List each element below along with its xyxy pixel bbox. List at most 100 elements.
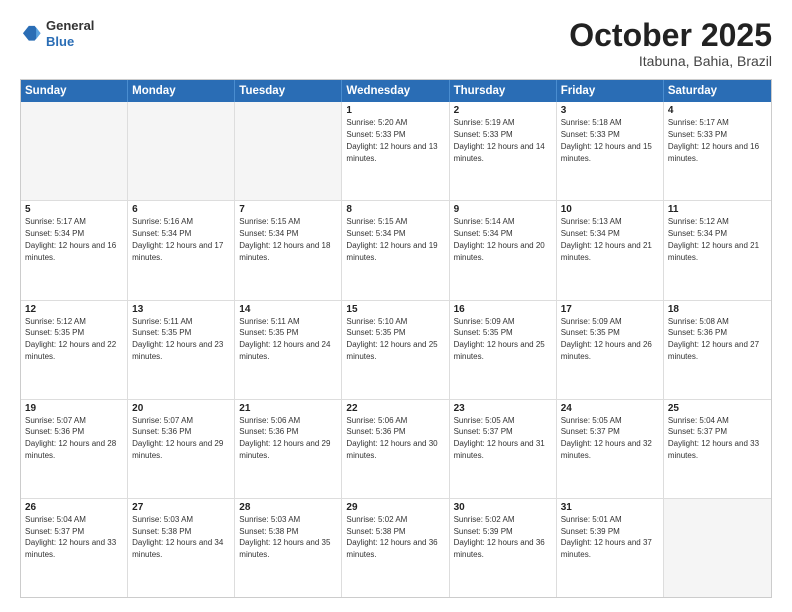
cell-info: Sunrise: 5:09 AMSunset: 5:35 PMDaylight:… <box>454 317 545 361</box>
cell-info: Sunrise: 5:04 AMSunset: 5:37 PMDaylight:… <box>668 416 759 460</box>
table-row: 11Sunrise: 5:12 AMSunset: 5:34 PMDayligh… <box>664 201 771 299</box>
table-row: 23Sunrise: 5:05 AMSunset: 5:37 PMDayligh… <box>450 400 557 498</box>
header-thursday: Thursday <box>450 80 557 102</box>
table-row: 13 Sunrise: 5:11 AMSunset: 5:35 PMDayligh… <box>128 301 235 399</box>
day-number: 12 <box>25 304 123 315</box>
table-row: 27 Sunrise: 5:03 AMSunset: 5:38 PMDayligh… <box>128 499 235 597</box>
logo: General Blue <box>20 18 94 49</box>
cell-info: Sunrise: 5:15 AMSunset: 5:34 PMDaylight:… <box>346 217 437 261</box>
table-row: 25Sunrise: 5:04 AMSunset: 5:37 PMDayligh… <box>664 400 771 498</box>
cell-info: Sunrise: 5:19 AMSunset: 5:33 PMDaylight:… <box>454 118 545 162</box>
table-row <box>21 102 128 200</box>
cell-info: Sunrise: 5:12 AMSunset: 5:35 PMDaylight:… <box>25 317 116 361</box>
cell-info: Sunrise: 5:03 AMSunset: 5:38 PMDaylight:… <box>132 515 223 559</box>
calendar-row: 5 Sunrise: 5:17 AMSunset: 5:34 PMDaylight… <box>21 201 771 300</box>
table-row: 8 Sunrise: 5:15 AMSunset: 5:34 PMDaylight… <box>342 201 449 299</box>
table-row <box>128 102 235 200</box>
header-tuesday: Tuesday <box>235 80 342 102</box>
calendar-row: 19Sunrise: 5:07 AMSunset: 5:36 PMDayligh… <box>21 400 771 499</box>
day-number: 15 <box>346 304 444 315</box>
cell-info: Sunrise: 5:11 AMSunset: 5:35 PMDaylight:… <box>132 317 223 361</box>
header-saturday: Saturday <box>664 80 771 102</box>
cell-info: Sunrise: 5:18 AMSunset: 5:33 PMDaylight:… <box>561 118 652 162</box>
day-number: 18 <box>668 304 767 315</box>
day-number: 21 <box>239 403 337 414</box>
table-row: 16 Sunrise: 5:09 AMSunset: 5:35 PMDayligh… <box>450 301 557 399</box>
table-row: 17 Sunrise: 5:09 AMSunset: 5:35 PMDayligh… <box>557 301 664 399</box>
table-row: 30Sunrise: 5:02 AMSunset: 5:39 PMDayligh… <box>450 499 557 597</box>
day-number: 17 <box>561 304 659 315</box>
calendar-body: 1Sunrise: 5:20 AMSunset: 5:33 PMDaylight… <box>21 102 771 597</box>
cell-info: Sunrise: 5:05 AMSunset: 5:37 PMDaylight:… <box>454 416 545 460</box>
cell-info: Sunrise: 5:11 AMSunset: 5:35 PMDaylight:… <box>239 317 330 361</box>
day-number: 4 <box>668 105 767 116</box>
cell-info: Sunrise: 5:03 AMSunset: 5:38 PMDaylight:… <box>239 515 330 559</box>
table-row: 9Sunrise: 5:14 AMSunset: 5:34 PMDaylight… <box>450 201 557 299</box>
calendar: Sunday Monday Tuesday Wednesday Thursday… <box>20 79 772 598</box>
day-number: 24 <box>561 403 659 414</box>
cell-info: Sunrise: 5:10 AMSunset: 5:35 PMDaylight:… <box>346 317 437 361</box>
table-row <box>235 102 342 200</box>
cell-info: Sunrise: 5:02 AMSunset: 5:38 PMDaylight:… <box>346 515 437 559</box>
cell-info: Sunrise: 5:17 AMSunset: 5:34 PMDaylight:… <box>25 217 116 261</box>
table-row: 6 Sunrise: 5:16 AMSunset: 5:34 PMDaylight… <box>128 201 235 299</box>
table-row: 20 Sunrise: 5:07 AMSunset: 5:36 PMDayligh… <box>128 400 235 498</box>
cell-info: Sunrise: 5:07 AMSunset: 5:36 PMDaylight:… <box>25 416 116 460</box>
table-row: 24 Sunrise: 5:05 AMSunset: 5:37 PMDayligh… <box>557 400 664 498</box>
day-number: 27 <box>132 502 230 513</box>
day-number: 22 <box>346 403 444 414</box>
cell-info: Sunrise: 5:07 AMSunset: 5:36 PMDaylight:… <box>132 416 223 460</box>
table-row: 2Sunrise: 5:19 AMSunset: 5:33 PMDaylight… <box>450 102 557 200</box>
table-row: 22 Sunrise: 5:06 AMSunset: 5:36 PMDayligh… <box>342 400 449 498</box>
table-row <box>664 499 771 597</box>
calendar-row: 12 Sunrise: 5:12 AMSunset: 5:35 PMDayligh… <box>21 301 771 400</box>
table-row: 1Sunrise: 5:20 AMSunset: 5:33 PMDaylight… <box>342 102 449 200</box>
title-block: October 2025 Itabuna, Bahia, Brazil <box>569 18 772 69</box>
calendar-row: 26 Sunrise: 5:04 AMSunset: 5:37 PMDayligh… <box>21 499 771 597</box>
header-sunday: Sunday <box>21 80 128 102</box>
day-number: 11 <box>668 204 767 215</box>
day-number: 20 <box>132 403 230 414</box>
day-number: 14 <box>239 304 337 315</box>
header-monday: Monday <box>128 80 235 102</box>
day-number: 31 <box>561 502 659 513</box>
cell-info: Sunrise: 5:13 AMSunset: 5:34 PMDaylight:… <box>561 217 652 261</box>
header-friday: Friday <box>557 80 664 102</box>
cell-info: Sunrise: 5:04 AMSunset: 5:37 PMDaylight:… <box>25 515 116 559</box>
table-row: 28Sunrise: 5:03 AMSunset: 5:38 PMDayligh… <box>235 499 342 597</box>
day-number: 5 <box>25 204 123 215</box>
day-number: 8 <box>346 204 444 215</box>
table-row: 7Sunrise: 5:15 AMSunset: 5:34 PMDaylight… <box>235 201 342 299</box>
cell-info: Sunrise: 5:20 AMSunset: 5:33 PMDaylight:… <box>346 118 437 162</box>
day-number: 16 <box>454 304 552 315</box>
cell-info: Sunrise: 5:14 AMSunset: 5:34 PMDaylight:… <box>454 217 545 261</box>
table-row: 4 Sunrise: 5:17 AMSunset: 5:33 PMDaylight… <box>664 102 771 200</box>
month-year: October 2025 <box>569 18 772 53</box>
day-number: 13 <box>132 304 230 315</box>
table-row: 3Sunrise: 5:18 AMSunset: 5:33 PMDaylight… <box>557 102 664 200</box>
table-row: 18 Sunrise: 5:08 AMSunset: 5:36 PMDayligh… <box>664 301 771 399</box>
cell-info: Sunrise: 5:06 AMSunset: 5:36 PMDaylight:… <box>346 416 437 460</box>
day-number: 6 <box>132 204 230 215</box>
cell-info: Sunrise: 5:17 AMSunset: 5:33 PMDaylight:… <box>668 118 759 162</box>
cell-info: Sunrise: 5:01 AMSunset: 5:39 PMDaylight:… <box>561 515 652 559</box>
day-number: 26 <box>25 502 123 513</box>
cell-info: Sunrise: 5:09 AMSunset: 5:35 PMDaylight:… <box>561 317 652 361</box>
day-number: 10 <box>561 204 659 215</box>
table-row: 19Sunrise: 5:07 AMSunset: 5:36 PMDayligh… <box>21 400 128 498</box>
cell-info: Sunrise: 5:05 AMSunset: 5:37 PMDaylight:… <box>561 416 652 460</box>
table-row: 14 Sunrise: 5:11 AMSunset: 5:35 PMDayligh… <box>235 301 342 399</box>
table-row: 10 Sunrise: 5:13 AMSunset: 5:34 PMDayligh… <box>557 201 664 299</box>
header-wednesday: Wednesday <box>342 80 449 102</box>
table-row: 31 Sunrise: 5:01 AMSunset: 5:39 PMDayligh… <box>557 499 664 597</box>
day-number: 29 <box>346 502 444 513</box>
day-number: 30 <box>454 502 552 513</box>
logo-text: General Blue <box>46 18 94 49</box>
day-number: 7 <box>239 204 337 215</box>
calendar-header: Sunday Monday Tuesday Wednesday Thursday… <box>21 80 771 102</box>
location: Itabuna, Bahia, Brazil <box>569 53 772 69</box>
table-row: 15 Sunrise: 5:10 AMSunset: 5:35 PMDayligh… <box>342 301 449 399</box>
table-row: 21Sunrise: 5:06 AMSunset: 5:36 PMDayligh… <box>235 400 342 498</box>
cell-info: Sunrise: 5:16 AMSunset: 5:34 PMDaylight:… <box>132 217 223 261</box>
cell-info: Sunrise: 5:08 AMSunset: 5:36 PMDaylight:… <box>668 317 759 361</box>
